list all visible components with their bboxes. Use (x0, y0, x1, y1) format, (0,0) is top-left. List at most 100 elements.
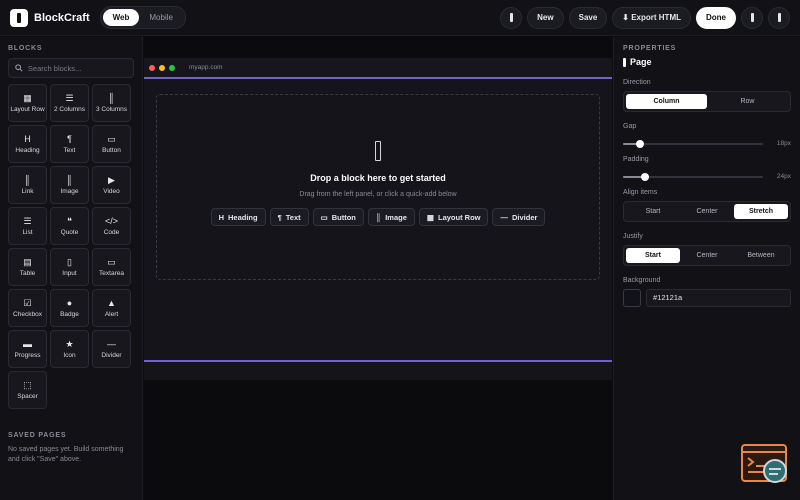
block-tile-divider[interactable]: — Divider (92, 330, 131, 368)
background-color-input[interactable]: #12121a (646, 289, 791, 307)
quick-add-text-button[interactable]: ¶ Text (269, 208, 309, 226)
align-start-option[interactable]: Start (626, 204, 680, 219)
textarea-icon: ▭ (107, 257, 116, 267)
direction-group: Direction Column Row (623, 79, 791, 112)
block-tile-label: Badge (60, 311, 79, 318)
quote-icon: ❝ (67, 216, 72, 226)
drop-zone[interactable]: Drop a block here to get started Drag fr… (156, 94, 600, 280)
direction-row-option[interactable]: Row (707, 94, 788, 109)
quick-add-heading-button[interactable]: H Heading (210, 208, 266, 226)
search-input[interactable] (27, 63, 127, 73)
toolbar-icon-button[interactable] (500, 6, 523, 29)
justify-between-option[interactable]: Between (734, 248, 788, 263)
saved-pages: SAVED PAGES No saved pages yet. Build so… (8, 432, 135, 465)
button-icon: ▭ (320, 212, 328, 222)
block-tile-label: Table (19, 270, 36, 277)
assistant-widget-icon[interactable] (741, 444, 789, 486)
block-tile-video[interactable]: ▶ Video (92, 166, 131, 204)
padding-value: 24px (776, 173, 791, 180)
justify-group: Justify Start Center Between (623, 233, 791, 266)
block-tile-label: Divider (101, 352, 122, 359)
new-button[interactable]: New (527, 6, 564, 29)
block-tile-heading[interactable]: H Heading (8, 125, 47, 163)
background-color-swatch[interactable] (623, 289, 641, 307)
block-tile-label: Spacer (17, 393, 38, 400)
quick-add-image-button[interactable]: ║ Image (367, 208, 415, 226)
block-tile-label: Button (102, 147, 121, 154)
block-tile-checkbox[interactable]: ☑ Checkbox (8, 289, 47, 327)
block-tile-code[interactable]: </> Code (92, 207, 131, 245)
star-icon: ★ (65, 339, 74, 349)
gap-group: Gap 18px (623, 123, 791, 148)
blocks-panel: BLOCKS ▦ Layout Row ☰ 2 Columns ║ 3 Columns HH… (0, 37, 143, 500)
block-tile-label: Textarea (99, 270, 124, 277)
align-items-group: Align items Start Center Stretch (623, 189, 791, 222)
block-tile-link[interactable]: ║ Link (8, 166, 47, 204)
two-columns-icon: ☰ (65, 93, 74, 103)
close-dot-icon (149, 64, 155, 71)
checkbox-icon: ☑ (23, 298, 32, 308)
block-tile-label: Checkbox (13, 311, 42, 318)
browser-frame: myapp.com Drop a block here to get start… (144, 58, 612, 380)
list-icon: ☰ (23, 216, 32, 226)
mode-toggle: Web Mobile (99, 6, 186, 29)
bar-icon (777, 13, 781, 22)
gap-track[interactable] (623, 139, 763, 148)
video-icon: ▶ (108, 175, 115, 185)
block-tile-textarea[interactable]: ▭ Textarea (92, 248, 131, 286)
done-button[interactable]: Done (696, 6, 736, 29)
app-name: BlockCraft (34, 11, 90, 24)
block-tile-label: Link (21, 188, 34, 195)
url-text: myapp.com (189, 64, 223, 71)
toolbar-icon-button-3[interactable] (768, 6, 790, 29)
block-tile-spacer[interactable]: ⬚ Spacer (8, 371, 47, 409)
block-tile-text[interactable]: ¶ Text (50, 125, 89, 163)
quick-add-layout-row-button[interactable]: ▦ Layout Row (418, 208, 489, 226)
text-icon: ¶ (277, 212, 282, 222)
align-center-option[interactable]: Center (680, 204, 734, 219)
top-bar: BlockCraft Web Mobile New Save ⬇ Export … (0, 0, 800, 36)
align-stretch-option[interactable]: Stretch (734, 204, 788, 219)
canvas: myapp.com Drop a block here to get start… (144, 37, 612, 500)
input-icon: ▯ (67, 257, 72, 267)
gap-slider: 18px (623, 139, 791, 148)
mode-web-button[interactable]: Web (102, 9, 140, 26)
block-tile-badge[interactable]: ● Badge (50, 289, 89, 327)
block-tile-2-columns[interactable]: ☰ 2 Columns (50, 84, 89, 122)
direction-label: Direction (623, 79, 651, 86)
mode-mobile-button[interactable]: Mobile (139, 9, 183, 26)
block-tile-image[interactable]: ║ Image (50, 166, 89, 204)
saved-pages-empty-text: No saved pages yet. Build something and … (8, 446, 124, 463)
padding-label: Padding (623, 156, 649, 163)
gap-thumb[interactable] (635, 139, 644, 148)
block-tile-quote[interactable]: ❝ Quote (50, 207, 89, 245)
block-tile-button[interactable]: ▭ Button (92, 125, 131, 163)
bar-icon (509, 13, 513, 22)
direction-column-option[interactable]: Column (626, 94, 707, 109)
save-button[interactable]: Save (568, 6, 608, 29)
block-tile-input[interactable]: ▯ Input (50, 248, 89, 286)
export-html-button[interactable]: ⬇ Export HTML (612, 6, 691, 29)
block-tile-layout-row[interactable]: ▦ Layout Row (8, 84, 47, 122)
padding-thumb[interactable] (641, 172, 650, 181)
properties-heading: PROPERTIES (623, 45, 677, 52)
properties-title-text: Page (630, 57, 652, 67)
block-tile-table[interactable]: ▤ Table (8, 248, 47, 286)
frame-bottom-line (144, 360, 612, 362)
drop-subtitle: Drag from the left panel, or click a qui… (299, 191, 457, 198)
block-tile-icon[interactable]: ★ Icon (50, 330, 89, 368)
block-tile-list[interactable]: ☰ List (8, 207, 47, 245)
padding-track[interactable] (623, 172, 763, 181)
minimize-dot-icon (159, 64, 165, 71)
quick-add-button-button[interactable]: ▭ Button (312, 208, 364, 226)
toolbar-icon-button-2[interactable] (741, 6, 763, 29)
justify-start-option[interactable]: Start (626, 248, 680, 263)
quick-add-divider-button[interactable]: — Divider (492, 208, 546, 226)
code-icon: </> (104, 216, 118, 226)
block-tile-3-columns[interactable]: ║ 3 Columns (92, 84, 131, 122)
justify-center-option[interactable]: Center (680, 248, 734, 263)
layout-row-icon: ▦ (23, 93, 32, 103)
block-tile-progress[interactable]: ▬ Progress (8, 330, 47, 368)
block-tile-label: Image (60, 188, 79, 195)
block-tile-alert[interactable]: ▲ Alert (92, 289, 131, 327)
